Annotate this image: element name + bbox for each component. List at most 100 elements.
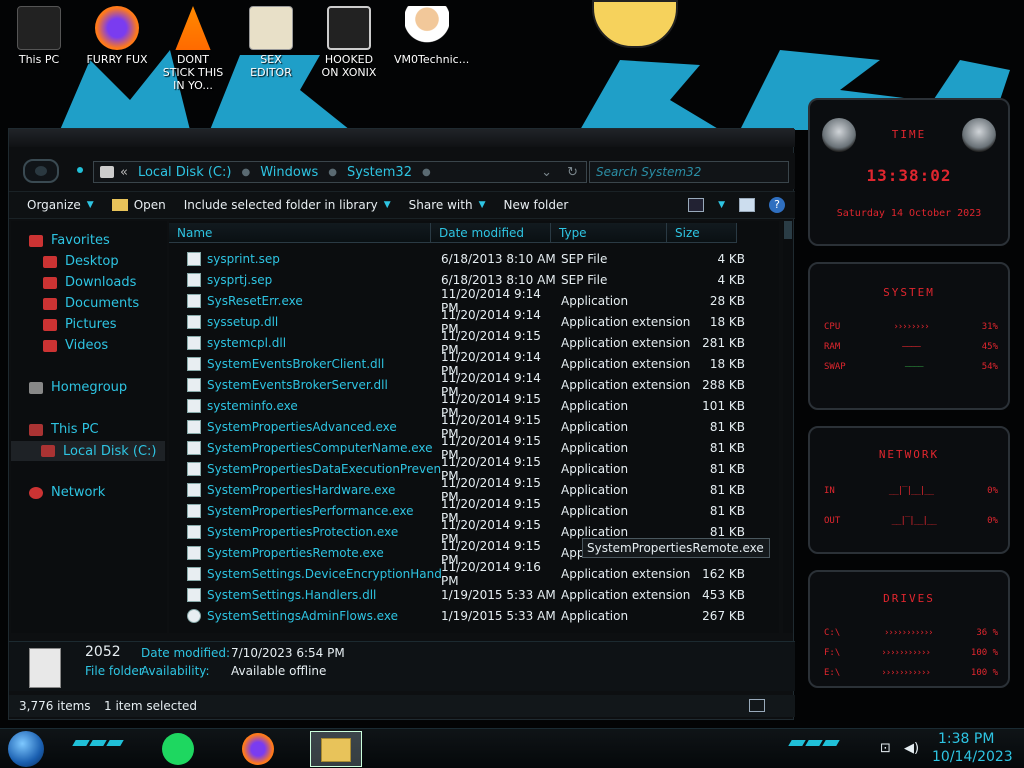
- drive-label: E:\: [824, 668, 841, 678]
- videos-icon: [43, 339, 57, 352]
- breadcrumb-local-disk[interactable]: Local Disk (C:): [138, 165, 231, 180]
- help-icon[interactable]: ?: [769, 197, 785, 213]
- chevron-down-icon: ▼: [478, 200, 486, 210]
- column-header-name[interactable]: Name: [169, 223, 431, 243]
- cpu-value: 31%: [981, 322, 998, 332]
- back-button[interactable]: [23, 159, 59, 183]
- system-properties-icon: [187, 419, 201, 434]
- file-name-cell[interactable]: syssetup.dll: [169, 314, 441, 329]
- include-in-library-button[interactable]: Include selected folder in library ▼: [184, 198, 391, 212]
- taskbar-file-explorer-button[interactable]: [310, 731, 362, 767]
- nav-videos[interactable]: Videos: [43, 338, 108, 353]
- desktop-icon-hooked-on-xonix[interactable]: HOOKED ON XONIX: [316, 6, 382, 79]
- nav-local-disk[interactable]: Local Disk (C:): [11, 441, 165, 461]
- network-panel: NETWORK IN __|‾|__|__ 0% OUT __|‾|__|__ 0%: [808, 426, 1010, 554]
- nav-favorites[interactable]: Favorites: [29, 233, 110, 248]
- file-name: SystemPropertiesComputerName.exe: [207, 440, 433, 455]
- breadcrumb-system32[interactable]: System32: [347, 165, 412, 180]
- file-name-cell[interactable]: systeminfo.exe: [169, 398, 441, 413]
- file-name: systemcpl.dll: [207, 335, 287, 350]
- sep-file-icon: [187, 251, 201, 266]
- breadcrumb-separator-icon[interactable]: ●: [328, 167, 337, 178]
- change-view-icon[interactable]: [688, 198, 705, 212]
- file-size: 81 KB: [709, 524, 745, 539]
- desktop-icon-furry-fux[interactable]: FURRY FUX: [84, 6, 150, 66]
- breadcrumb-windows[interactable]: Windows: [260, 165, 318, 180]
- forward-button[interactable]: [77, 167, 83, 173]
- explorer-window: « Local Disk (C:) ● Windows ● System32 ●…: [8, 128, 795, 720]
- nav-this-pc[interactable]: This PC: [29, 422, 99, 437]
- network-tray-icon[interactable]: ⊡: [880, 741, 894, 756]
- column-header-size[interactable]: Size: [667, 223, 737, 243]
- scrollbar-thumb[interactable]: [784, 221, 792, 239]
- file-size: 81 KB: [709, 461, 745, 476]
- nav-label: Desktop: [65, 254, 119, 269]
- file-name-cell[interactable]: SystemPropertiesDataExecutionPrevention.…: [169, 461, 441, 476]
- nav-documents[interactable]: Documents: [43, 296, 139, 311]
- nav-desktop[interactable]: Desktop: [43, 254, 119, 269]
- file-name-cell[interactable]: sysprtj.sep: [169, 272, 441, 287]
- breadcrumb-separator-icon[interactable]: ●: [422, 167, 431, 178]
- start-button[interactable]: [8, 731, 44, 767]
- file-name-cell[interactable]: SystemPropertiesPerformance.exe: [169, 503, 441, 518]
- file-name-cell[interactable]: systemcpl.dll: [169, 335, 441, 350]
- file-name-cell[interactable]: SystemSettings.DeviceEncryptionHandlers.…: [169, 566, 441, 581]
- details-view-icon[interactable]: [749, 699, 765, 712]
- taskbar-decoration: [72, 740, 124, 748]
- address-overflow-chevron[interactable]: «: [120, 165, 128, 180]
- nav-network[interactable]: Network: [29, 485, 105, 500]
- table-row[interactable]: SystemSettings.DeviceEncryptionHandlers.…: [169, 560, 779, 588]
- file-name-cell[interactable]: SystemEventsBrokerServer.dll: [169, 377, 441, 392]
- desktop-icon-this-pc[interactable]: This PC: [6, 6, 72, 66]
- table-row[interactable]: SystemSettingsAdminFlows.exe 1/19/2015 5:…: [169, 605, 779, 626]
- vertical-scrollbar[interactable]: [783, 221, 793, 633]
- file-name-cell[interactable]: SystemPropertiesProtection.exe: [169, 524, 441, 539]
- share-with-button[interactable]: Share with ▼: [409, 198, 486, 212]
- table-row[interactable]: sysprint.sep 6/18/2013 8:10 AM SEP File 4 K…: [169, 248, 779, 269]
- file-name-cell[interactable]: SystemPropertiesAdvanced.exe: [169, 419, 441, 434]
- details-availability-value: Available offline: [231, 664, 327, 678]
- clock-date[interactable]: 10/14/2023: [932, 749, 1013, 765]
- chevron-down-icon[interactable]: ⌄: [541, 165, 552, 180]
- file-name-cell[interactable]: SystemSettingsAdminFlows.exe: [169, 608, 441, 623]
- file-type: Application: [561, 461, 629, 476]
- gear-icon: [187, 608, 201, 623]
- file-name-cell[interactable]: SystemPropertiesRemote.exe: [169, 545, 441, 560]
- clock-time[interactable]: 1:38 PM: [938, 731, 994, 747]
- volume-icon[interactable]: ◀): [904, 741, 919, 756]
- breadcrumb-separator-icon[interactable]: ●: [241, 167, 250, 178]
- taskbar-app-chat-icon[interactable]: [162, 733, 194, 765]
- nav-homegroup[interactable]: Homegroup: [29, 380, 127, 395]
- file-name-cell[interactable]: SystemPropertiesComputerName.exe: [169, 440, 441, 455]
- desktop-icon-sex-editor[interactable]: SEX EDITOR: [238, 6, 304, 79]
- download-icon: [43, 276, 57, 289]
- taskbar-firefox-icon[interactable]: [242, 733, 274, 765]
- file-name-cell[interactable]: sysprint.sep: [169, 251, 441, 266]
- table-row[interactable]: SystemSettings.Handlers.dll 1/19/2015 5:3…: [169, 584, 779, 605]
- nav-pictures[interactable]: Pictures: [43, 317, 116, 332]
- swap-bar: ————: [904, 362, 924, 372]
- organize-label: Organize: [27, 198, 81, 212]
- nav-downloads[interactable]: Downloads: [43, 275, 136, 290]
- search-input[interactable]: Search System32: [589, 161, 789, 183]
- desktop-icon-vlc[interactable]: DONT STICK THIS IN YO...: [160, 6, 226, 92]
- new-folder-button[interactable]: New folder: [503, 198, 568, 212]
- file-name-cell[interactable]: SystemSettings.Handlers.dll: [169, 587, 441, 602]
- address-bar[interactable]: « Local Disk (C:) ● Windows ● System32 ●…: [93, 161, 587, 183]
- column-header-type[interactable]: Type: [551, 223, 667, 243]
- file-size: 81 KB: [709, 503, 745, 518]
- open-button[interactable]: Open: [111, 198, 166, 212]
- folder-thumbnail-icon: [29, 648, 61, 688]
- organize-button[interactable]: Organize ▼: [27, 198, 94, 212]
- file-name-cell[interactable]: SysResetErr.exe: [169, 293, 441, 308]
- desktop-icon-vm0technic[interactable]: VM0Technic...: [394, 6, 469, 66]
- file-name-cell[interactable]: SystemEventsBrokerClient.dll: [169, 356, 441, 371]
- file-type: Application extension: [561, 587, 691, 602]
- refresh-icon[interactable]: ↻: [567, 165, 578, 180]
- preview-pane-icon[interactable]: [739, 198, 755, 212]
- column-header-date[interactable]: Date modified: [431, 223, 551, 243]
- dll-icon: [187, 314, 201, 329]
- file-name-cell[interactable]: SystemPropertiesHardware.exe: [169, 482, 441, 497]
- system-properties-icon: [187, 440, 201, 455]
- chevron-down-icon[interactable]: ▼: [718, 200, 725, 210]
